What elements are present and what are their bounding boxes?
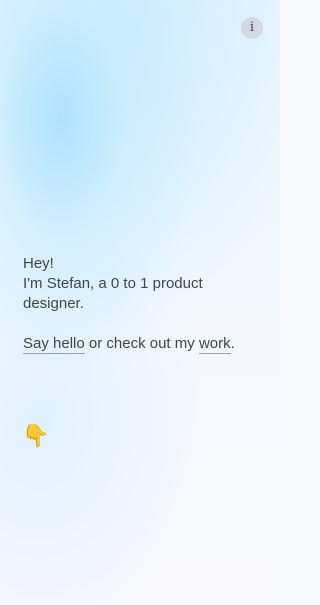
intro-line-2: designer. [23, 295, 84, 312]
say-hello-link[interactable]: Say hello [23, 335, 85, 354]
info-icon: i [249, 20, 255, 35]
intro-line-1: I'm Stefan, a 0 to 1 product [23, 275, 203, 292]
greeting: Hey! [23, 255, 54, 272]
cta-middle-text: or check out my [84, 335, 199, 352]
hand-pointing-down-icon: 👇 [22, 424, 50, 449]
work-link[interactable]: work [198, 335, 231, 354]
intro-section: Hey! I'm Stefan, a 0 to 1 product design… [23, 254, 263, 354]
cta-line: Say hello or check out my work. [23, 334, 263, 354]
cta-end-text: . [230, 335, 235, 352]
info-button[interactable]: i [241, 17, 263, 39]
